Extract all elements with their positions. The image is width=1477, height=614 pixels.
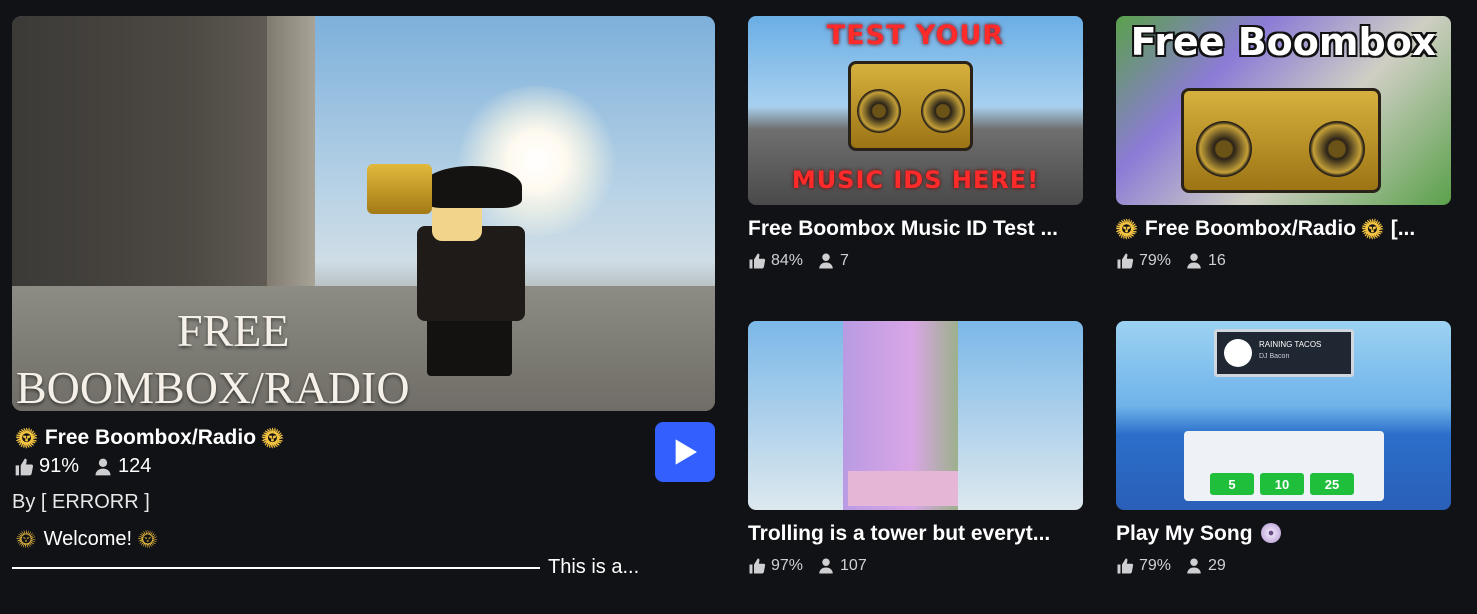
game-card[interactable]: Trolling is a tower but everyt... 97% 10… (748, 321, 1083, 574)
game-thumbnail[interactable]: RAINING TACOS DJ Bacon 5 10 25 (1116, 321, 1451, 510)
play-icon (675, 439, 697, 465)
game-title[interactable]: Free Boombox Music ID Test ... (748, 217, 1083, 241)
person-icon (1187, 558, 1201, 574)
thumb-boombox (848, 61, 973, 151)
player-stat: 29 (1185, 557, 1226, 575)
thumb-text-line1: FREE (177, 305, 290, 356)
sun-emoji-icon: 🌞︎ (1361, 217, 1383, 240)
like-stat: 97% (748, 557, 803, 575)
like-percent: 91% (39, 455, 80, 477)
boombox-speaker (1309, 121, 1365, 177)
player-count: 124 (118, 455, 152, 477)
featured-game-creator[interactable]: By [ ERRORR ] (12, 491, 150, 514)
person-icon (95, 458, 111, 475)
like-percent: 79% (1139, 252, 1172, 269)
featured-game-description-line2: This is a... (12, 556, 652, 579)
thumbs-up-icon (15, 458, 34, 475)
description-text: Welcome! (43, 528, 133, 550)
game-stats: 79% 16 (1116, 252, 1240, 270)
player-count: 7 (840, 252, 849, 269)
description-divider (12, 566, 540, 569)
like-stat: 79% (1116, 557, 1171, 575)
player-stat: 124 (93, 455, 151, 478)
thumbs-up-icon (1117, 253, 1134, 269)
player-count: 29 (1208, 557, 1226, 574)
tip-pill: 25 (1310, 473, 1354, 495)
game-title-text: Free Boombox/Radio (1144, 217, 1357, 240)
thumb-caption-bottom: MUSIC IDS HERE! (791, 166, 1040, 194)
sun-emoji-icon: 🌞︎ (261, 426, 283, 449)
like-percent: 84% (771, 252, 804, 269)
game-card[interactable]: RAINING TACOS DJ Bacon 5 10 25 Play My S… (1116, 321, 1451, 574)
sun-emoji-icon: 🌞︎ (137, 528, 158, 550)
featured-game-thumbnail[interactable]: FREE BOOMBOX/RADIO (12, 16, 715, 411)
player-count: 107 (840, 557, 867, 574)
thumbs-up-icon (749, 253, 766, 269)
game-thumbnail[interactable]: Free Boombox (1116, 16, 1451, 205)
stage-screen-subtitle: DJ Bacon (1259, 353, 1290, 360)
player-stat: 7 (817, 252, 849, 270)
game-stats: 97% 107 (748, 557, 881, 575)
tip-pill: 5 (1210, 473, 1254, 495)
like-stat: 79% (1116, 252, 1171, 270)
thumb-caption-top: Free Boombox (1130, 20, 1437, 64)
featured-game-title-text: Free Boombox/Radio (44, 426, 257, 449)
featured-game-title[interactable]: 🌞︎ Free Boombox/Radio 🌞︎ (16, 426, 285, 450)
play-button[interactable] (655, 422, 715, 482)
game-grid: FREE BOOMBOX/RADIO 🌞︎ Free Boombox/Radio… (0, 0, 1477, 614)
game-title-text: Play My Song (1116, 522, 1253, 545)
game-card[interactable]: Free Boombox 🌞︎ Free Boombox/Radio 🌞︎ [.… (1116, 16, 1451, 269)
boombox-speaker (921, 89, 965, 133)
like-percent: 97% (771, 557, 804, 574)
thumb-avatar-hat (422, 166, 522, 208)
tip-pill: 10 (1260, 473, 1304, 495)
disc-emoji-icon (1260, 523, 1281, 543)
game-title-suffix: [... (1390, 217, 1416, 240)
thumbs-up-icon (1117, 558, 1134, 574)
sun-emoji-icon: 🌞︎ (16, 426, 37, 449)
person-icon (819, 558, 833, 574)
game-stats: 79% 29 (1116, 557, 1240, 575)
game-title[interactable]: Play My Song (1116, 522, 1451, 546)
like-stat: 84% (748, 252, 803, 270)
featured-game-description-line1: 🌞︎ Welcome! 🌞︎ (16, 528, 160, 551)
stage-screen-title: RAINING TACOS (1259, 340, 1322, 349)
sun-emoji-icon: 🌞︎ (16, 528, 36, 550)
thumbs-up-icon (749, 558, 766, 574)
thumb-wall-edge (267, 16, 315, 306)
like-percent: 79% (1139, 557, 1172, 574)
player-stat: 16 (1185, 252, 1226, 270)
game-title[interactable]: Trolling is a tower but everyt... (748, 522, 1083, 546)
like-stat: 91% (14, 455, 79, 478)
game-thumbnail[interactable]: TEST YOUR MUSIC IDS HERE! (748, 16, 1083, 205)
disc-icon (1224, 339, 1252, 367)
thumb-caption-top: TEST YOUR (826, 20, 1005, 51)
game-card[interactable]: TEST YOUR MUSIC IDS HERE! Free Boombox M… (748, 16, 1083, 269)
person-icon (819, 253, 833, 269)
featured-game-stats: 91% 124 (14, 455, 165, 478)
person-icon (1187, 253, 1201, 269)
boombox-speaker (857, 89, 901, 133)
thumb-boombox (367, 164, 432, 214)
thumb-boombox (1181, 88, 1381, 193)
game-stats: 84% 7 (748, 252, 863, 270)
boombox-speaker (1196, 121, 1252, 177)
game-title[interactable]: 🌞︎ Free Boombox/Radio 🌞︎ [... (1116, 217, 1451, 241)
thumb-tower-platform (848, 471, 958, 506)
thumb-text-line2: BOOMBOX/RADIO (16, 362, 410, 411)
thumb-stage-screen: RAINING TACOS DJ Bacon (1214, 329, 1354, 377)
player-count: 16 (1208, 252, 1226, 269)
sun-emoji-icon: 🌞︎ (1116, 217, 1137, 240)
featured-game-card[interactable]: FREE BOOMBOX/RADIO (12, 16, 715, 411)
game-thumbnail[interactable] (748, 321, 1083, 510)
player-stat: 107 (817, 557, 867, 575)
description-text: This is a... (548, 556, 640, 578)
